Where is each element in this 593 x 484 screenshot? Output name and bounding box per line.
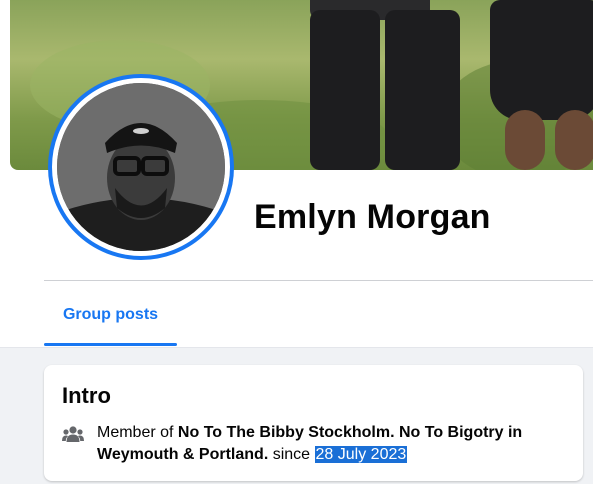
cover-person	[490, 0, 593, 120]
divider	[44, 280, 593, 281]
profile-picture[interactable]	[48, 74, 234, 260]
cover-person	[385, 10, 460, 170]
member-prefix: Member of	[97, 424, 174, 441]
profile-name: Emlyn Morgan	[254, 198, 491, 236]
tab-group-posts[interactable]: Group posts	[44, 294, 177, 346]
cover-person	[555, 110, 593, 170]
since-word: since	[272, 446, 311, 463]
group-icon	[62, 426, 84, 442]
cover-person	[310, 10, 380, 170]
join-date: 28 July 2023	[314, 446, 408, 463]
membership-info: Member of No To The Bibby Stockholm. No …	[97, 422, 567, 466]
intro-title: Intro	[62, 383, 111, 408]
active-tab-indicator	[44, 343, 177, 346]
intro-card: Intro Member of No To The Bibby Stockhol…	[44, 365, 583, 481]
avatar-portrait	[57, 83, 225, 251]
cover-person	[505, 110, 545, 170]
avatar	[57, 83, 225, 251]
